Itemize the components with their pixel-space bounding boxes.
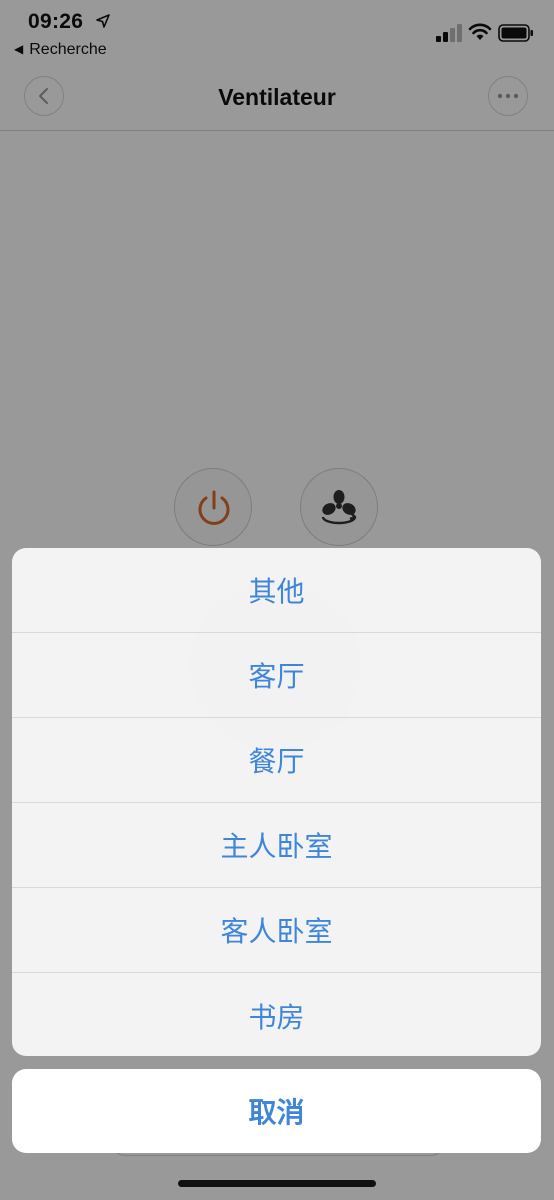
cancel-button[interactable]: 取消 [12, 1069, 541, 1153]
sheet-option-guest-bedroom[interactable]: 客人卧室 [12, 888, 541, 973]
room-action-sheet: 其他 客厅 餐厅 主人卧室 客人卧室 书房 [12, 548, 541, 1056]
sheet-option-other[interactable]: 其他 [12, 548, 541, 633]
sheet-option-dining-room[interactable]: 餐厅 [12, 718, 541, 803]
screen: 09:26 ◀ Recherche Ventilateur 其他 客厅 餐厅 主… [0, 0, 554, 1200]
sheet-option-living-room[interactable]: 客厅 [12, 633, 541, 718]
sheet-option-master-bedroom[interactable]: 主人卧室 [12, 803, 541, 888]
home-indicator[interactable] [178, 1180, 376, 1187]
sheet-option-study[interactable]: 书房 [12, 973, 541, 1056]
